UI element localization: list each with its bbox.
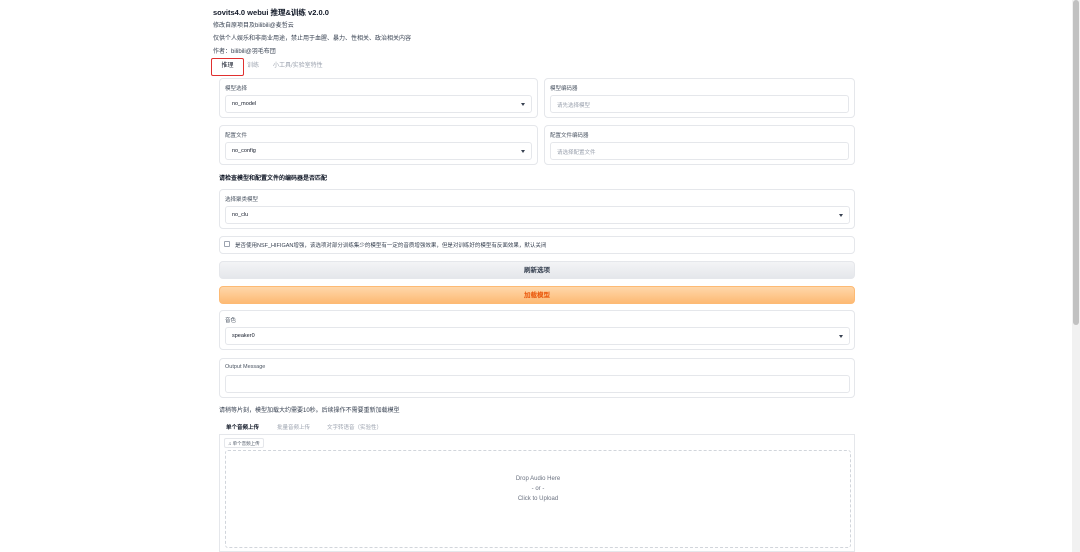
tab-inference[interactable]: 推理 <box>211 58 244 76</box>
model-dropdown[interactable]: no_model <box>225 95 532 113</box>
chevron-down-icon <box>839 335 843 338</box>
tab-training[interactable]: 训练 <box>241 59 265 75</box>
nsf-hifigan-label[interactable]: 是否使用NSF_HIFIGAN增强，该选项对部分训练集少的模型有一定的音质增强效… <box>235 241 546 249</box>
tab-tools[interactable]: 小工具/实验室特性 <box>267 59 329 75</box>
encoder-match-warning: 请检查模型和配置文件的编码器是否匹配 <box>219 176 328 182</box>
tab-batch-upload[interactable]: 批量音频上传 <box>277 423 310 431</box>
model-dropdown-value: no_model <box>232 101 257 107</box>
model-select-panel: 模型选择 no_model <box>219 78 538 118</box>
description-line-1: 修改自原项目及bilibili@麦哲云 <box>213 23 294 29</box>
page-scrollbar[interactable] <box>1072 0 1080 552</box>
output-message-field[interactable] <box>225 375 850 393</box>
model-encoder-label: 模型编码器 <box>550 86 578 92</box>
chevron-down-icon <box>521 103 525 106</box>
model-select-label: 模型选择 <box>225 86 248 92</box>
main-tabs: 推理 训练 小工具/实验室特性 <box>211 58 857 76</box>
output-message-label: Output Message <box>225 364 266 370</box>
audio-drop-zone[interactable]: Drop Audio Here - or - Click to Upload <box>225 450 851 548</box>
load-time-note: 请稍等片刻，模型加载大约需要10秒。后续操作不需要重新加载模型 <box>219 408 400 414</box>
scrollbar-thumb[interactable] <box>1073 0 1079 325</box>
speaker-label: 音色 <box>225 318 237 324</box>
click-to-upload-text: Click to Upload <box>517 496 559 502</box>
music-note-icon: ♫ <box>228 441 232 446</box>
description-line-2: 仅供个人娱乐和非商业用途，禁止用于血腥、暴力、性相关、政治相关内容 <box>213 36 412 42</box>
config-select-label: 配置文件 <box>225 133 248 139</box>
load-model-button[interactable]: 加载模型 <box>219 286 855 304</box>
config-encoder-label: 配置文件编码器 <box>550 133 589 139</box>
page-title: sovits4.0 webui 推理&训练 v2.0.0 <box>213 8 329 17</box>
config-encoder-placeholder: 请选择配置文件 <box>557 150 596 156</box>
cluster-model-panel: 选择聚类模型 no_clu <box>219 189 855 229</box>
chevron-down-icon <box>839 214 843 217</box>
upload-badge-label: 单个音频上传 <box>232 441 260 446</box>
config-dropdown-value: no_config <box>232 148 256 154</box>
config-select-panel: 配置文件 no_config <box>219 125 538 165</box>
main-container: sovits4.0 webui 推理&训练 v2.0.0 修改自原项目及bili… <box>211 0 857 552</box>
tab-text-to-speech[interactable]: 文字转语音（实验性） <box>327 423 382 431</box>
output-message-panel: Output Message <box>219 358 855 398</box>
drop-audio-text: Drop Audio Here <box>515 476 561 482</box>
description-line-3: 作者：bilibili@羽毛布団 <box>213 49 276 55</box>
tab-single-upload[interactable]: 单个音频上传 <box>226 423 259 431</box>
upload-tabs: 单个音频上传 批量音频上传 文字转语音（实验性） <box>219 422 855 435</box>
speaker-value: speaker0 <box>232 333 255 339</box>
model-encoder-panel: 模型编码器 请先选择模型 <box>544 78 855 118</box>
nsf-hifigan-checkbox[interactable] <box>224 241 230 247</box>
audio-upload-panel: ♫ 单个音频上传 Drop Audio Here - or - Click to… <box>219 435 855 552</box>
upload-badge: ♫ 单个音频上传 <box>224 438 264 448</box>
cluster-model-dropdown[interactable]: no_clu <box>225 206 850 224</box>
refresh-options-button[interactable]: 刷新选项 <box>219 261 855 279</box>
speaker-panel: 音色 speaker0 <box>219 310 855 350</box>
config-dropdown[interactable]: no_config <box>225 142 532 160</box>
drop-or-text: - or - <box>531 486 545 492</box>
cluster-model-value: no_clu <box>232 212 249 218</box>
config-encoder-panel: 配置文件编码器 请选择配置文件 <box>544 125 855 165</box>
speaker-dropdown[interactable]: speaker0 <box>225 327 850 345</box>
cluster-model-label: 选择聚类模型 <box>225 197 259 203</box>
chevron-down-icon <box>521 150 525 153</box>
config-encoder-field[interactable]: 请选择配置文件 <box>550 142 849 160</box>
model-encoder-field[interactable]: 请先选择模型 <box>550 95 849 113</box>
model-encoder-placeholder: 请先选择模型 <box>557 103 591 109</box>
